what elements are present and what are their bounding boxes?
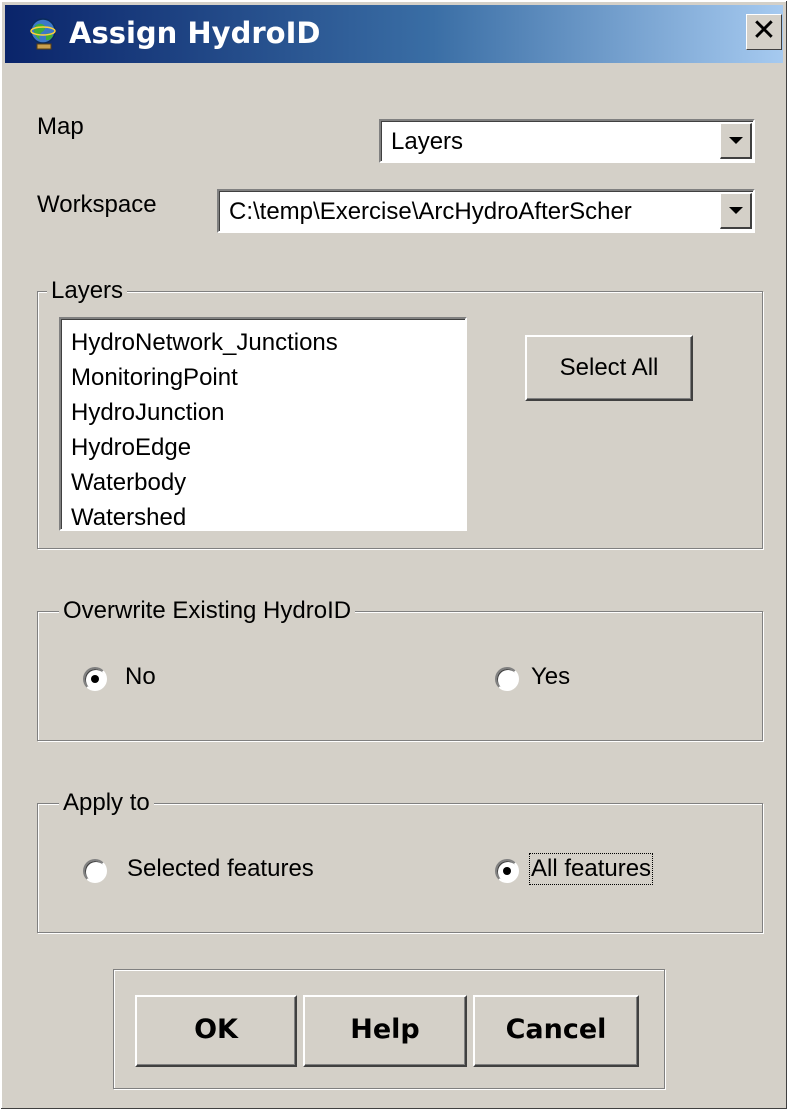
overwrite-yes-radio[interactable] — [495, 667, 519, 691]
overwrite-yes-label[interactable]: Yes — [531, 663, 570, 691]
list-item[interactable]: MonitoringPoint — [71, 360, 465, 395]
chevron-down-icon[interactable] — [720, 193, 752, 229]
overwrite-no-label[interactable]: No — [125, 663, 156, 691]
list-item[interactable]: Waterbody — [71, 465, 465, 500]
workspace-label: Workspace — [37, 191, 157, 218]
overwrite-group-legend: Overwrite Existing HydroID — [59, 597, 356, 625]
all-features-label[interactable]: All features — [528, 853, 654, 885]
map-label: Map — [37, 113, 84, 140]
list-item[interactable]: HydroEdge — [71, 430, 465, 465]
close-button[interactable]: ✕ — [746, 14, 782, 50]
layers-group-legend: Layers — [47, 277, 128, 305]
map-dropdown-value: Layers — [391, 128, 464, 155]
list-item[interactable]: HydroNetwork_Junctions — [71, 325, 465, 360]
dialog-title: Assign HydroID — [69, 16, 321, 50]
globe-icon — [30, 18, 56, 50]
select-all-button[interactable]: Select All — [525, 335, 693, 401]
apply-to-group-legend: Apply to — [59, 789, 154, 817]
all-features-radio[interactable] — [495, 859, 519, 883]
ok-button[interactable]: OK — [135, 995, 297, 1067]
title-bar[interactable]: Assign HydroID ✕ — [5, 5, 783, 63]
cancel-button[interactable]: Cancel — [473, 995, 639, 1067]
assign-hydroid-dialog: Assign HydroID ✕ Map Layers Workspace C:… — [0, 0, 788, 1110]
list-item[interactable]: HydroJunction — [71, 395, 465, 430]
workspace-dropdown[interactable]: C:\temp\Exercise\ArcHydroAfterScher — [217, 189, 755, 233]
selected-features-radio[interactable] — [83, 859, 107, 883]
help-button[interactable]: Help — [303, 995, 467, 1067]
chevron-down-icon[interactable] — [720, 123, 752, 159]
overwrite-no-radio[interactable] — [83, 667, 107, 691]
layers-listbox[interactable]: HydroNetwork_Junctions MonitoringPoint H… — [59, 317, 467, 531]
list-item[interactable]: Watershed — [71, 500, 465, 529]
close-icon: ✕ — [751, 13, 777, 48]
map-dropdown[interactable]: Layers — [379, 119, 755, 163]
selected-features-label[interactable]: Selected features — [127, 855, 314, 883]
workspace-dropdown-value: C:\temp\Exercise\ArcHydroAfterScher — [229, 198, 632, 225]
